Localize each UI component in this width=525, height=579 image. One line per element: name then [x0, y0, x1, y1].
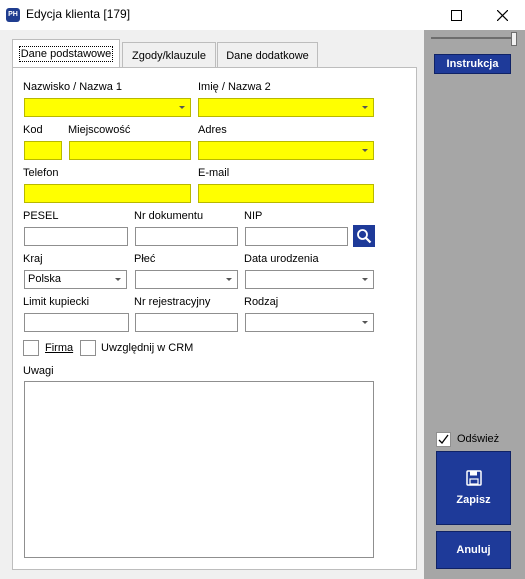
miejscowosc-label: Miejscowość	[68, 124, 131, 136]
imie-dropdown[interactable]	[198, 98, 374, 117]
plec-label: Płeć	[134, 253, 156, 265]
data-urodzenia-label: Data urodzenia	[244, 253, 319, 265]
limit-kupiecki-field[interactable]	[24, 313, 129, 332]
search-icon	[357, 229, 372, 244]
limit-kupiecki-label: Limit kupiecki	[23, 296, 90, 308]
kraj-label: Kraj	[23, 253, 43, 265]
nazwisko-dropdown[interactable]	[24, 98, 191, 117]
maximize-button[interactable]	[433, 0, 479, 30]
data-urodzenia-dropdown[interactable]	[245, 270, 374, 289]
tab-dane-dodatkowe[interactable]: Dane dodatkowe	[217, 42, 318, 68]
miejscowosc-field[interactable]	[69, 141, 191, 160]
slider-handle[interactable]	[511, 32, 517, 46]
tab-label: Zgody/klauzule	[132, 49, 206, 62]
close-icon	[496, 9, 508, 21]
kraj-value: Polska	[28, 273, 62, 285]
email-field[interactable]	[198, 184, 374, 203]
firma-label: Firma	[45, 342, 74, 354]
chevron-down-icon	[115, 278, 121, 281]
odswiez-checkbox[interactable]	[436, 432, 451, 447]
crm-label: Uwzględnij w CRM	[101, 342, 194, 354]
rodzaj-label: Rodzaj	[244, 296, 279, 308]
instrukcja-button[interactable]: Instrukcja	[434, 54, 511, 74]
pesel-field[interactable]	[24, 227, 128, 246]
kraj-dropdown[interactable]: Polska	[24, 270, 127, 289]
kod-label: Kod	[23, 124, 43, 136]
tab-label: Dane podstawowe	[18, 46, 114, 62]
progress-track	[431, 37, 516, 39]
tab-label: Dane dodatkowe	[226, 49, 309, 62]
tab-zgody-klauzule[interactable]: Zgody/klauzule	[122, 42, 216, 68]
firma-checkbox[interactable]	[23, 340, 39, 356]
checkmark-icon	[438, 434, 449, 444]
zapisz-button[interactable]: Zapisz	[436, 451, 511, 525]
nr-dokumentu-field[interactable]	[135, 227, 238, 246]
plec-dropdown[interactable]	[135, 270, 238, 289]
right-panel: Instrukcja Odśwież Zapisz Anuluj	[424, 30, 525, 579]
nr-rejestracyjny-label: Nr rejestracyjny	[134, 296, 211, 308]
nr-rejestracyjny-field[interactable]	[135, 313, 238, 332]
pesel-label: PESEL	[23, 210, 59, 222]
window-title: Edycja klienta [179]	[26, 7, 131, 21]
close-button[interactable]	[479, 0, 525, 30]
nip-search-button[interactable]	[353, 225, 375, 247]
chevron-down-icon	[362, 149, 368, 152]
imie-label: Imię / Nazwa 2	[198, 81, 271, 93]
title-bar: PH Edycja klienta [179]	[0, 0, 525, 30]
odswiez-label: Odśwież	[457, 433, 500, 445]
telefon-field[interactable]	[24, 184, 191, 203]
kod-field[interactable]	[24, 141, 62, 160]
nip-field[interactable]	[245, 227, 348, 246]
chevron-down-icon	[362, 278, 368, 281]
adres-label: Adres	[198, 124, 227, 136]
uwagi-textarea[interactable]	[24, 381, 374, 558]
anuluj-button[interactable]: Anuluj	[436, 531, 511, 569]
chevron-down-icon	[362, 321, 368, 324]
email-label: E-mail	[198, 167, 230, 179]
zapisz-label: Zapisz	[456, 494, 491, 506]
chevron-down-icon	[362, 106, 368, 109]
tab-dane-podstawowe[interactable]: Dane podstawowe	[12, 39, 120, 68]
uwagi-label: Uwagi	[23, 365, 54, 377]
adres-dropdown[interactable]	[198, 141, 374, 160]
chevron-down-icon	[226, 278, 232, 281]
maximize-icon	[450, 9, 462, 21]
save-icon	[465, 470, 482, 486]
app-icon: PH	[6, 8, 20, 22]
rodzaj-dropdown[interactable]	[245, 313, 374, 332]
nip-label: NIP	[244, 210, 263, 222]
nr-dokumentu-label: Nr dokumentu	[134, 210, 204, 222]
telefon-label: Telefon	[23, 167, 59, 179]
crm-checkbox[interactable]	[80, 340, 96, 356]
nazwisko-label: Nazwisko / Nazwa 1	[23, 81, 123, 93]
chevron-down-icon	[179, 106, 185, 109]
